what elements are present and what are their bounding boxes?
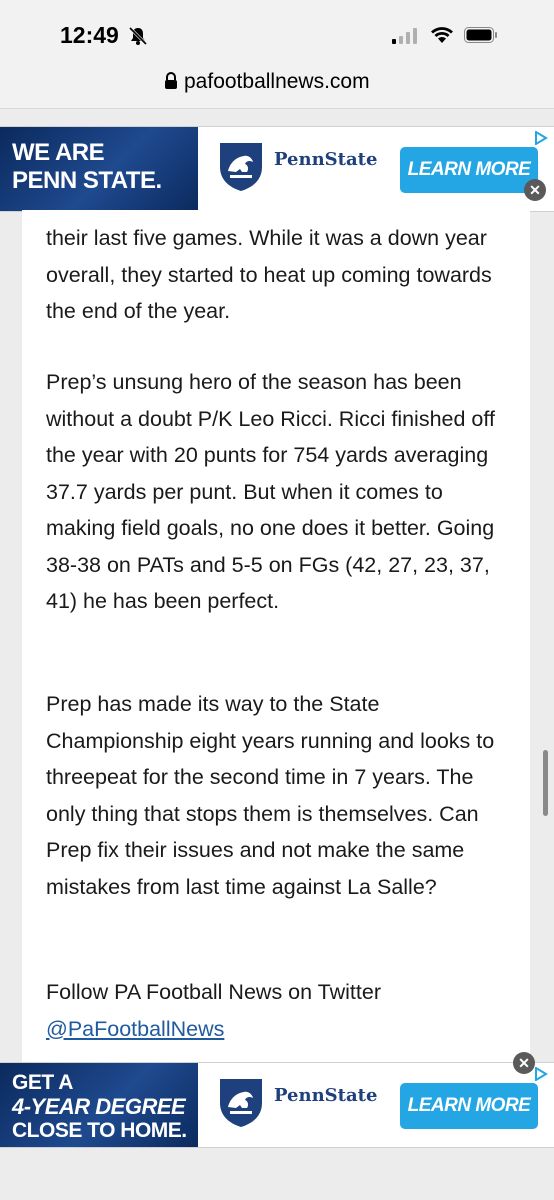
ad-headline-line2: PENN STATE. (12, 167, 162, 194)
twitter-handle-link[interactable]: @PaFootballNews (46, 1017, 224, 1041)
twitter-follow-block: Follow PA Football News on Twitter @PaFo… (46, 974, 516, 1047)
ad-headline-panel[interactable]: GET A 4-YEAR DEGREE CLOSE TO HOME. (0, 1063, 198, 1147)
close-ad-icon[interactable]: ✕ (513, 1052, 535, 1074)
bell-slash-icon (128, 26, 148, 51)
ad-headline-line2: 4-YEAR DEGREE (12, 1094, 186, 1119)
article-paragraph: their last five games. While it was a do… (46, 226, 492, 323)
url-text[interactable]: pafootballnews.com (184, 70, 370, 94)
learn-more-button[interactable]: LEARN MORE (400, 1083, 538, 1129)
status-bar: 12:49 (0, 0, 554, 62)
signal-icon (392, 28, 418, 49)
ad-headline-line3: CLOSE TO HOME. (12, 1119, 187, 1142)
close-ad-icon[interactable]: ✕ (524, 179, 546, 201)
ad-headline-panel[interactable]: WE ARE PENN STATE. (0, 127, 198, 211)
article-paragraph: Prep has made its way to the State Champ… (46, 692, 495, 899)
address-bar[interactable]: pafootballnews.com (0, 62, 554, 109)
adchoices-icon[interactable] (534, 1066, 548, 1086)
ad-brand-name: PennState (274, 149, 378, 170)
follow-text: Follow PA Football News on Twitter (46, 980, 381, 1004)
penn-state-shield-logo (218, 1077, 264, 1134)
ad-headline-line1: WE ARE (12, 139, 105, 166)
ad-brand-name: PennState (274, 1085, 378, 1106)
lock-icon (164, 72, 178, 95)
ad-headline-line1: GET A (12, 1071, 73, 1094)
article-body: their last five games. While it was a do… (22, 210, 530, 1062)
battery-icon (464, 27, 498, 48)
penn-state-shield-logo (218, 141, 264, 198)
penn-state-ad-top[interactable]: WE ARE PENN STATE. PennState LEARN MORE … (0, 126, 554, 212)
scrollbar[interactable] (543, 750, 548, 816)
article-paragraph: Prep’s unsung hero of the season has bee… (46, 370, 495, 613)
penn-state-ad-bottom[interactable]: GET A 4-YEAR DEGREE CLOSE TO HOME. PennS… (0, 1062, 554, 1148)
learn-more-button[interactable]: LEARN MORE (400, 147, 538, 193)
clock-time: 12:49 (60, 22, 119, 48)
wifi-icon (430, 26, 454, 49)
adchoices-icon[interactable] (534, 130, 548, 150)
